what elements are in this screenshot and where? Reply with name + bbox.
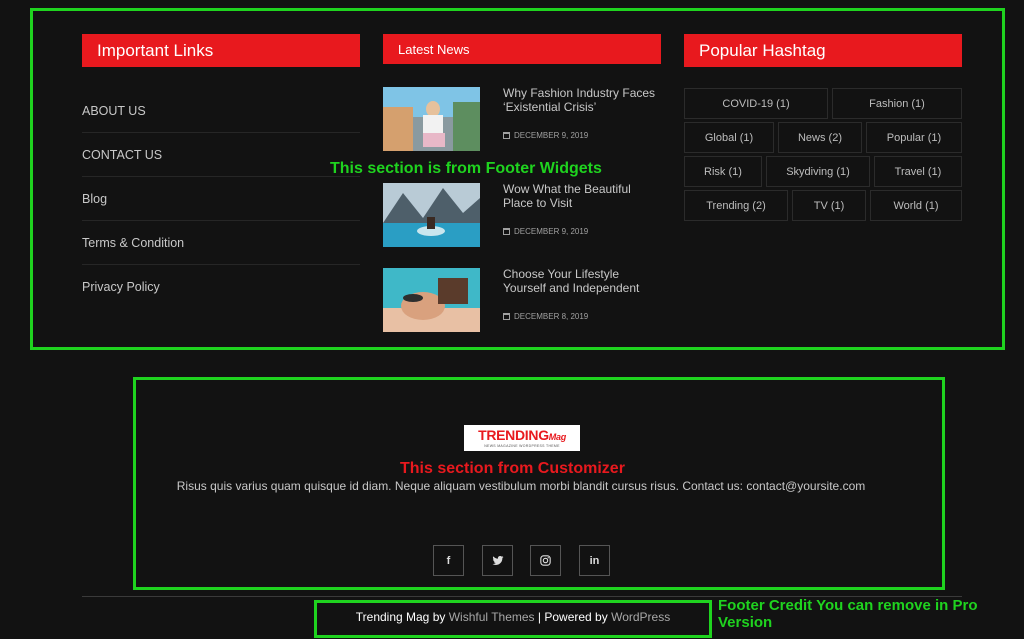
facebook-icon[interactable]: f <box>433 545 464 576</box>
news-title[interactable]: Why Fashion Industry Faces ‘Existential … <box>503 86 663 114</box>
site-logo[interactable]: TRENDINGMag NEWS MAGAZINE WORDPRESS THEM… <box>464 425 580 451</box>
news-thumbnail[interactable] <box>383 87 480 151</box>
tag-covid-19[interactable]: COVID-19 (1) <box>684 88 828 119</box>
tag-news[interactable]: News (2) <box>778 122 862 153</box>
tag-popular[interactable]: Popular (1) <box>866 122 962 153</box>
author-link[interactable]: Wishful Themes <box>449 610 535 624</box>
twitter-icon[interactable] <box>482 545 513 576</box>
wordpress-link[interactable]: WordPress <box>611 610 670 624</box>
tag-fashion[interactable]: Fashion (1) <box>832 88 962 119</box>
news-title[interactable]: Wow What the Beautiful Place to Visit <box>503 182 663 210</box>
instagram-icon[interactable] <box>530 545 561 576</box>
calendar-icon <box>503 228 510 235</box>
news-item: Wow What the Beautiful Place to Visit DE… <box>383 182 663 247</box>
news-thumbnail[interactable] <box>383 183 480 247</box>
footer-widgets-annotation: This section is from Footer Widgets <box>330 160 602 177</box>
calendar-icon <box>503 313 510 320</box>
tag-risk[interactable]: Risk (1) <box>684 156 762 187</box>
link-contact-us[interactable]: CONTACT US <box>82 133 360 177</box>
credit-annotation: Footer Credit You can remove in Pro Vers… <box>718 597 978 631</box>
link-blog[interactable]: Blog <box>82 177 360 221</box>
tag-travel[interactable]: Travel (1) <box>874 156 962 187</box>
important-links-title: Important Links <box>82 34 360 67</box>
news-date: DECEMBER 9, 2019 <box>503 131 588 140</box>
link-privacy[interactable]: Privacy Policy <box>82 265 360 309</box>
news-item: Choose Your Lifestyle Yourself and Indep… <box>383 267 663 332</box>
popular-hashtag-title: Popular Hashtag <box>684 34 962 67</box>
news-item: Why Fashion Industry Faces ‘Existential … <box>383 86 663 151</box>
link-terms[interactable]: Terms & Condition <box>82 221 360 265</box>
tag-skydiving[interactable]: Skydiving (1) <box>766 156 870 187</box>
news-thumbnail[interactable] <box>383 268 480 332</box>
news-date: DECEMBER 9, 2019 <box>503 227 588 236</box>
calendar-icon <box>503 132 510 139</box>
tag-tv[interactable]: TV (1) <box>792 190 866 221</box>
footer-credit: Trending Mag by Wishful Themes | Powered… <box>355 610 671 624</box>
tag-trending[interactable]: Trending (2) <box>684 190 788 221</box>
news-title[interactable]: Choose Your Lifestyle Yourself and Indep… <box>503 267 663 295</box>
link-about-us[interactable]: ABOUT US <box>82 89 360 133</box>
tag-world[interactable]: World (1) <box>870 190 962 221</box>
news-date: DECEMBER 8, 2019 <box>503 312 588 321</box>
tag-global[interactable]: Global (1) <box>684 122 774 153</box>
linkedin-icon[interactable]: in <box>579 545 610 576</box>
footer-divider <box>82 596 962 597</box>
footer-description: Risus quis varius quam quisque id diam. … <box>176 479 866 493</box>
important-links-list: ABOUT US CONTACT US Blog Terms & Conditi… <box>82 89 360 309</box>
latest-news-title: Latest News <box>383 34 661 64</box>
